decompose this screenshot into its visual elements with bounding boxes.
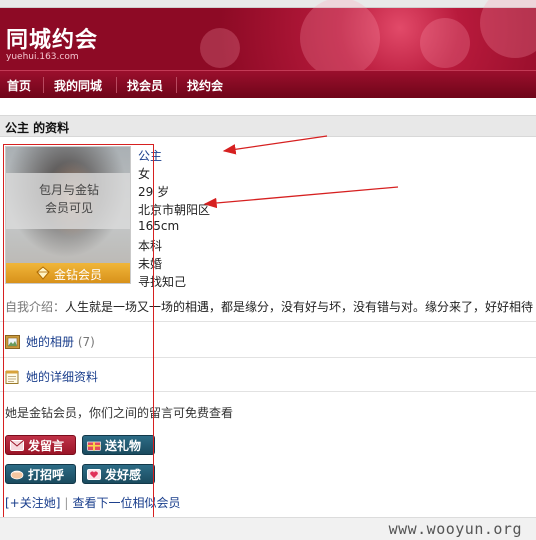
annotation-arrow-location <box>203 186 399 209</box>
next-similar-member-link[interactable]: 查看下一位相似会员 <box>72 496 180 510</box>
page-footer-bar: www.wooyun.org <box>0 517 536 540</box>
album-count: (7) <box>77 335 95 349</box>
follow-link[interactable]: [+关注她] <box>5 496 60 510</box>
album-link[interactable]: 她的相册 (7) <box>5 333 95 350</box>
watermark: www.wooyun.org <box>388 520 522 538</box>
divider <box>0 391 536 392</box>
intro-text: 人生就是一场又一场的相遇，都是缘分，没有好与坏，没有错与对。缘分来了，好好相待 <box>65 300 534 314</box>
annotation-arrows <box>203 135 399 209</box>
leave-message-button[interactable]: 发留言 <box>5 435 76 455</box>
send-gift-button[interactable]: 送礼物 <box>82 435 155 455</box>
greet-button[interactable]: 打招呼 <box>5 464 76 484</box>
heart-envelope-icon <box>87 469 101 480</box>
self-introduction: 自我介绍：人生就是一场又一场的相遇，都是缘分，没有好与坏，没有错与对。缘分来了，… <box>5 298 536 315</box>
details-link[interactable]: 她的详细资料 <box>5 368 98 385</box>
divider <box>0 321 536 322</box>
envelope-icon <box>10 440 24 451</box>
photo-album-icon <box>5 335 20 349</box>
separator: | <box>64 496 69 510</box>
divider <box>0 357 536 358</box>
send-like-button[interactable]: 发好感 <box>82 464 155 484</box>
intro-label: 自我介绍： <box>5 300 66 314</box>
details-label: 她的详细资料 <box>26 370 99 384</box>
gift-icon <box>87 441 101 451</box>
notepad-icon <box>5 370 19 384</box>
annotation-arrow-nickname <box>222 135 328 155</box>
wave-hand-icon <box>10 470 24 480</box>
message-notice: 她是金钻会员，你们之间的留言可免费查看 <box>5 406 234 420</box>
album-label: 她的相册 <box>26 335 75 349</box>
follow-actions: [+关注她] | 查看下一位相似会员 <box>5 494 180 511</box>
